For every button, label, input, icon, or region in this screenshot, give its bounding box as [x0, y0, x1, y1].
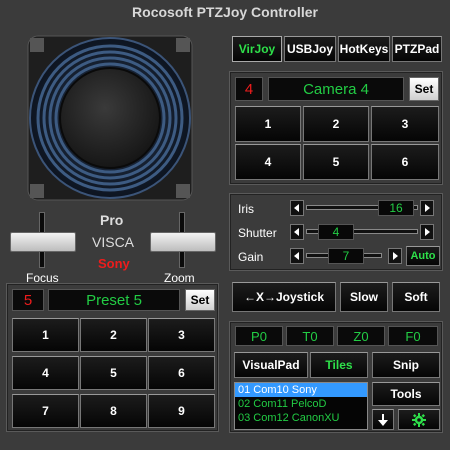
download-button[interactable]: [372, 409, 394, 430]
visualpad-button[interactable]: VisualPad: [234, 352, 308, 378]
tab-ptzpad[interactable]: PTZPad: [392, 36, 442, 62]
arrow-right-icon: [425, 228, 430, 236]
port-list-item[interactable]: 01 Com10 Sony: [235, 383, 367, 397]
slow-button[interactable]: Slow: [340, 282, 388, 312]
shutter-increase-button[interactable]: [420, 224, 434, 240]
tab-virjoy[interactable]: VirJoy: [232, 36, 282, 62]
arrow-left-icon: [294, 252, 299, 260]
arrow-left-icon: [294, 228, 299, 236]
zoom-readout: Z0: [337, 326, 385, 346]
tilt-readout: T0: [286, 326, 334, 346]
camera-button-3[interactable]: 3: [371, 106, 439, 142]
camera-button-1[interactable]: 1: [235, 106, 301, 142]
port-list[interactable]: 01 Com10 Sony 02 Com11 PelcoD 03 Com12 C…: [234, 382, 368, 430]
preset-button-9[interactable]: 9: [148, 394, 215, 428]
gain-increase-button[interactable]: [388, 248, 402, 264]
shutter-value[interactable]: 4: [318, 224, 354, 240]
preset-name-display: Preset 5: [48, 289, 180, 311]
camera-button-4[interactable]: 4: [235, 144, 301, 180]
gain-decrease-button[interactable]: [290, 248, 304, 264]
window-title: Rocosoft PTZJoy Controller: [132, 4, 318, 20]
tab-hotkeys[interactable]: HotKeys: [338, 36, 390, 62]
preset-button-1[interactable]: 1: [12, 318, 79, 352]
camera-button-6[interactable]: 6: [371, 144, 439, 180]
protocol-label: VISCA: [92, 234, 135, 250]
gear-icon: [412, 412, 426, 427]
preset-button-4[interactable]: 4: [12, 356, 79, 390]
joystick-mode-button[interactable]: ←X→Joystick: [232, 282, 336, 312]
zoom-slider-thumb[interactable]: [150, 232, 216, 252]
gain-auto-button[interactable]: Auto: [406, 246, 440, 266]
focus-readout: F0: [388, 326, 438, 346]
camera-button-5[interactable]: 5: [303, 144, 369, 180]
iris-increase-button[interactable]: [420, 200, 434, 216]
shutter-decrease-button[interactable]: [290, 224, 304, 240]
tools-button[interactable]: Tools: [372, 382, 440, 406]
iris-decrease-button[interactable]: [290, 200, 304, 216]
preset-button-2[interactable]: 2: [80, 318, 147, 352]
iris-value[interactable]: 16: [378, 200, 414, 216]
preset-button-3[interactable]: 3: [148, 318, 215, 352]
preset-number-display: 5: [12, 289, 44, 311]
camera-set-button[interactable]: Set: [409, 77, 439, 101]
pan-readout: P0: [235, 326, 283, 346]
preset-button-5[interactable]: 5: [80, 356, 147, 390]
settings-button[interactable]: [398, 409, 440, 430]
download-arrow-icon: [378, 413, 388, 426]
port-list-item[interactable]: 02 Com11 PelcoD: [235, 397, 367, 411]
pro-label: Pro: [100, 212, 124, 228]
arrow-right-icon: [425, 204, 430, 212]
camera-button-2[interactable]: 2: [303, 106, 369, 142]
brand-label: Sony: [98, 256, 130, 271]
preset-button-6[interactable]: 6: [148, 356, 215, 390]
preset-set-button[interactable]: Set: [185, 289, 215, 311]
arrow-right-icon: [393, 252, 398, 260]
tiles-button[interactable]: Tiles: [310, 352, 368, 378]
camera-number-display: 4: [235, 77, 263, 101]
port-list-item[interactable]: 03 Com12 CanonXU: [235, 411, 367, 425]
camera-name-display: Camera 4: [268, 77, 404, 101]
tab-usbjoy[interactable]: USBJoy: [284, 36, 336, 62]
gain-label: Gain: [238, 250, 264, 264]
arrow-left-icon: [294, 204, 299, 212]
iris-label: Iris: [238, 202, 254, 216]
joystick-graphic: [27, 35, 193, 201]
preset-button-7[interactable]: 7: [12, 394, 79, 428]
joystick-pad[interactable]: [26, 34, 194, 202]
snip-button[interactable]: Snip: [372, 352, 440, 378]
soft-button[interactable]: Soft: [392, 282, 440, 312]
focus-label: Focus: [26, 271, 59, 285]
preset-button-8[interactable]: 8: [80, 394, 147, 428]
shutter-label: Shutter: [238, 226, 277, 240]
app-window: Rocosoft PTZJoy Controller Pro VISCA Son…: [0, 0, 450, 450]
gain-value[interactable]: 7: [328, 248, 364, 264]
zoom-label: Zoom: [164, 271, 195, 285]
focus-slider-thumb[interactable]: [10, 232, 76, 252]
